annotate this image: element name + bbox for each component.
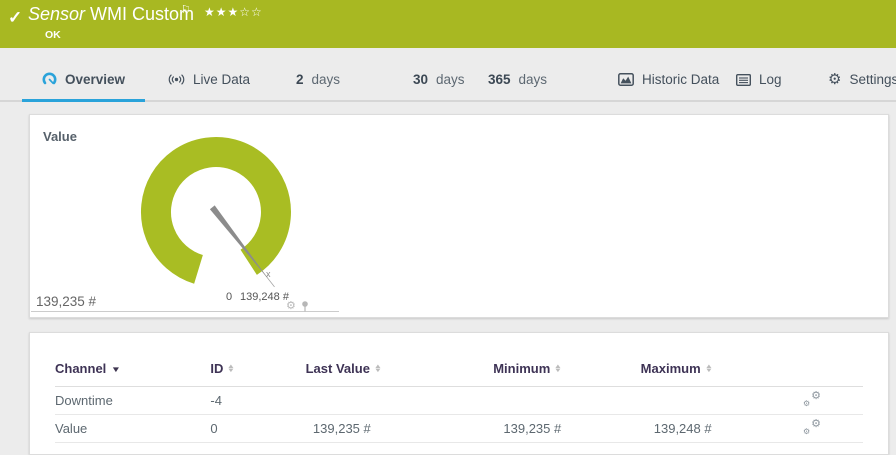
gauge-title: Value [43, 129, 77, 144]
sort-icon: ▲▼ [375, 365, 381, 373]
sort-icon: ▲▼ [555, 365, 561, 373]
cell-maximum [561, 387, 711, 415]
tab-day-count: 365 [488, 72, 511, 87]
sensor-title: SensorWMI Custom [28, 4, 194, 25]
gauge-max-label: 139,248 # [240, 291, 289, 303]
sensor-title-prefix: Sensor [28, 4, 85, 24]
tab-log[interactable]: Log [736, 59, 782, 100]
tab-settings[interactable]: ⚙ Settings [828, 59, 896, 100]
broadcast-icon [168, 73, 185, 86]
tab-label: days [519, 72, 548, 87]
tab-label: Historic Data [642, 72, 719, 87]
tab-label: days [312, 72, 341, 87]
gauge-icon [42, 72, 57, 87]
tab-label: Live Data [193, 72, 250, 87]
cell-channel: Value [55, 415, 210, 443]
tab-label: Log [759, 72, 782, 87]
column-header-minimum[interactable]: Minimum▲▼ [371, 333, 561, 387]
value-gauge-chart [131, 126, 311, 306]
column-header-id[interactable]: ID▲▼ [210, 333, 305, 387]
priority-star-rating[interactable]: ★★★☆☆ [204, 5, 263, 19]
tab-bar: Overview Live Data 2 days 30 days 365 da… [0, 59, 896, 102]
flag-icon: ⚐ [181, 3, 191, 16]
column-header-last-value[interactable]: Last Value▲▼ [306, 333, 371, 387]
gears-icon-small: ⚙ [803, 399, 810, 408]
pin-icon[interactable] [301, 301, 309, 312]
sort-desc-icon: ▼ [111, 365, 121, 374]
status-badge: OK [45, 29, 61, 41]
tab-365-days[interactable]: 365 days [488, 59, 547, 100]
gauge-current-value: 139,235 # [36, 294, 96, 309]
status-ok-check-icon: ✓ [8, 8, 22, 28]
tab-live-data[interactable]: Live Data [168, 59, 250, 100]
table-row: Downtime -4 ⚙⚙ [55, 387, 863, 415]
gears-icon-small: ⚙ [803, 427, 810, 436]
tab-label: days [436, 72, 465, 87]
cell-maximum: 139,248 # [561, 415, 711, 443]
cell-id: 0 [210, 415, 305, 443]
tab-overview[interactable]: Overview [22, 59, 145, 102]
gauge-needle-marker: x [266, 269, 271, 279]
area-chart-icon [618, 73, 634, 86]
log-list-icon [736, 74, 751, 86]
channel-table: Channel▼ ID▲▼ Last Value▲▼ Minimum▲▼ Max… [55, 333, 863, 443]
tab-day-count: 30 [413, 72, 428, 87]
channel-settings-button[interactable]: ⚙⚙ [803, 419, 821, 435]
sensor-header-bar: ✓ SensorWMI Custom ⚐ ★★★☆☆ OK [0, 0, 896, 48]
channel-settings-button[interactable]: ⚙⚙ [803, 391, 821, 407]
sensor-title-name: WMI Custom [90, 4, 194, 24]
tab-historic-data[interactable]: Historic Data [618, 59, 719, 100]
cell-id: -4 [210, 387, 305, 415]
channel-table-panel: Channel▼ ID▲▼ Last Value▲▼ Minimum▲▼ Max… [29, 332, 889, 455]
column-header-channel[interactable]: Channel▼ [55, 333, 210, 387]
gauge-toolbar: ⚙ [286, 301, 309, 312]
tab-day-count: 2 [296, 72, 304, 87]
gear-icon: ⚙ [828, 72, 841, 87]
cell-minimum: 139,235 # [371, 415, 561, 443]
column-header-maximum[interactable]: Maximum▲▼ [561, 333, 711, 387]
sort-icon: ▲▼ [228, 365, 234, 373]
tab-label: Settings [849, 72, 896, 87]
gears-icon: ⚙ [811, 389, 821, 402]
cell-last-value [306, 387, 371, 415]
cell-channel: Downtime [55, 387, 210, 415]
gauge-min-label: 0 [226, 291, 232, 303]
sort-icon: ▲▼ [706, 365, 712, 373]
gauge-panel: Value x 0 139,248 # 139,235 # ⚙ [29, 114, 889, 318]
cell-minimum [371, 387, 561, 415]
gauge-settings-gear-icon[interactable]: ⚙ [286, 301, 296, 312]
table-header-row: Channel▼ ID▲▼ Last Value▲▼ Minimum▲▼ Max… [55, 333, 863, 387]
table-row: Value 0 139,235 # 139,235 # 139,248 # ⚙⚙ [55, 415, 863, 443]
tab-30-days[interactable]: 30 days [413, 59, 465, 100]
tab-2-days[interactable]: 2 days [296, 59, 340, 100]
cell-last-value: 139,235 # [306, 415, 371, 443]
tab-label: Overview [65, 72, 125, 87]
gears-icon: ⚙ [811, 417, 821, 430]
